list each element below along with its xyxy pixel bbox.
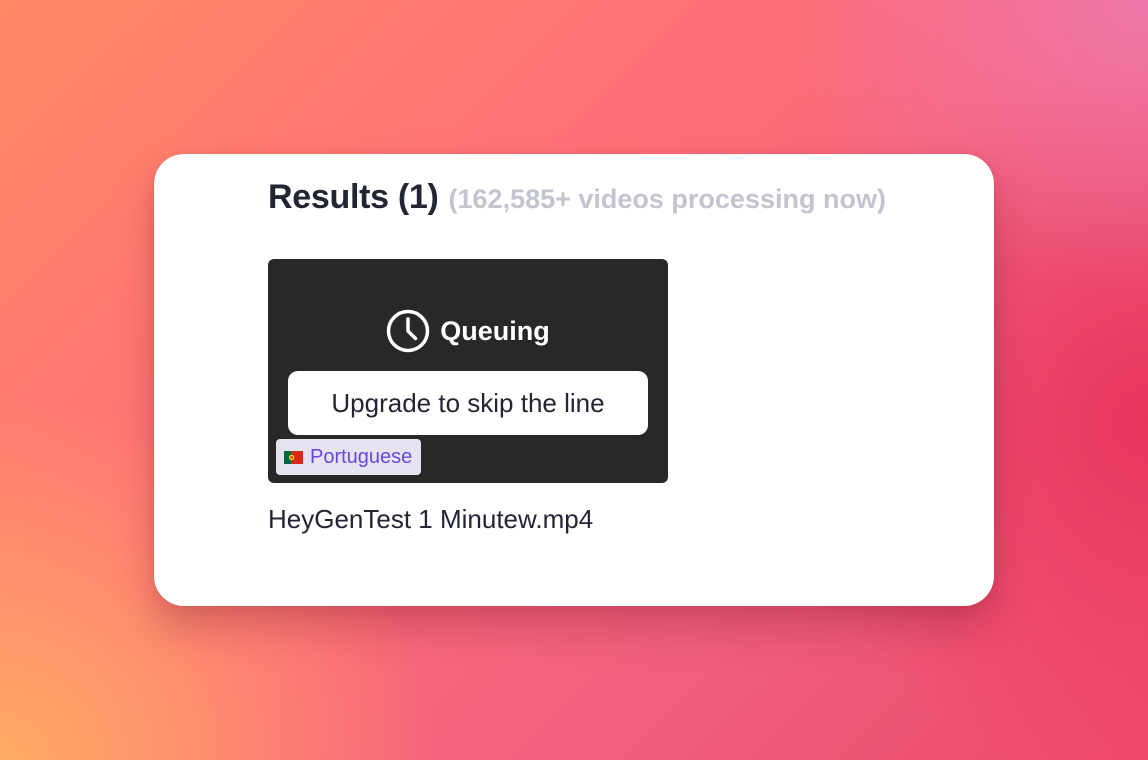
processing-count-note: (162,585+ videos processing now) [448,184,886,214]
portugal-flag-icon [284,450,303,464]
video-result-tile[interactable]: Queuing Upgrade to skip the line Portugu… [268,259,668,483]
language-badge: Portuguese [276,439,422,475]
results-card: Results (1) (162,585+ videos processing … [154,154,994,606]
queue-status: Queuing [268,309,668,353]
queue-status-label: Queuing [440,315,550,346]
video-file-name: HeyGenTest 1 Minutew.mp4 [268,504,594,534]
results-title: Results (1) [268,178,439,216]
clock-icon [386,309,430,353]
results-heading: Results (1) (162,585+ videos processing … [268,178,886,217]
language-label: Portuguese [310,445,413,468]
upgrade-skip-line-button[interactable]: Upgrade to skip the line [288,371,648,435]
